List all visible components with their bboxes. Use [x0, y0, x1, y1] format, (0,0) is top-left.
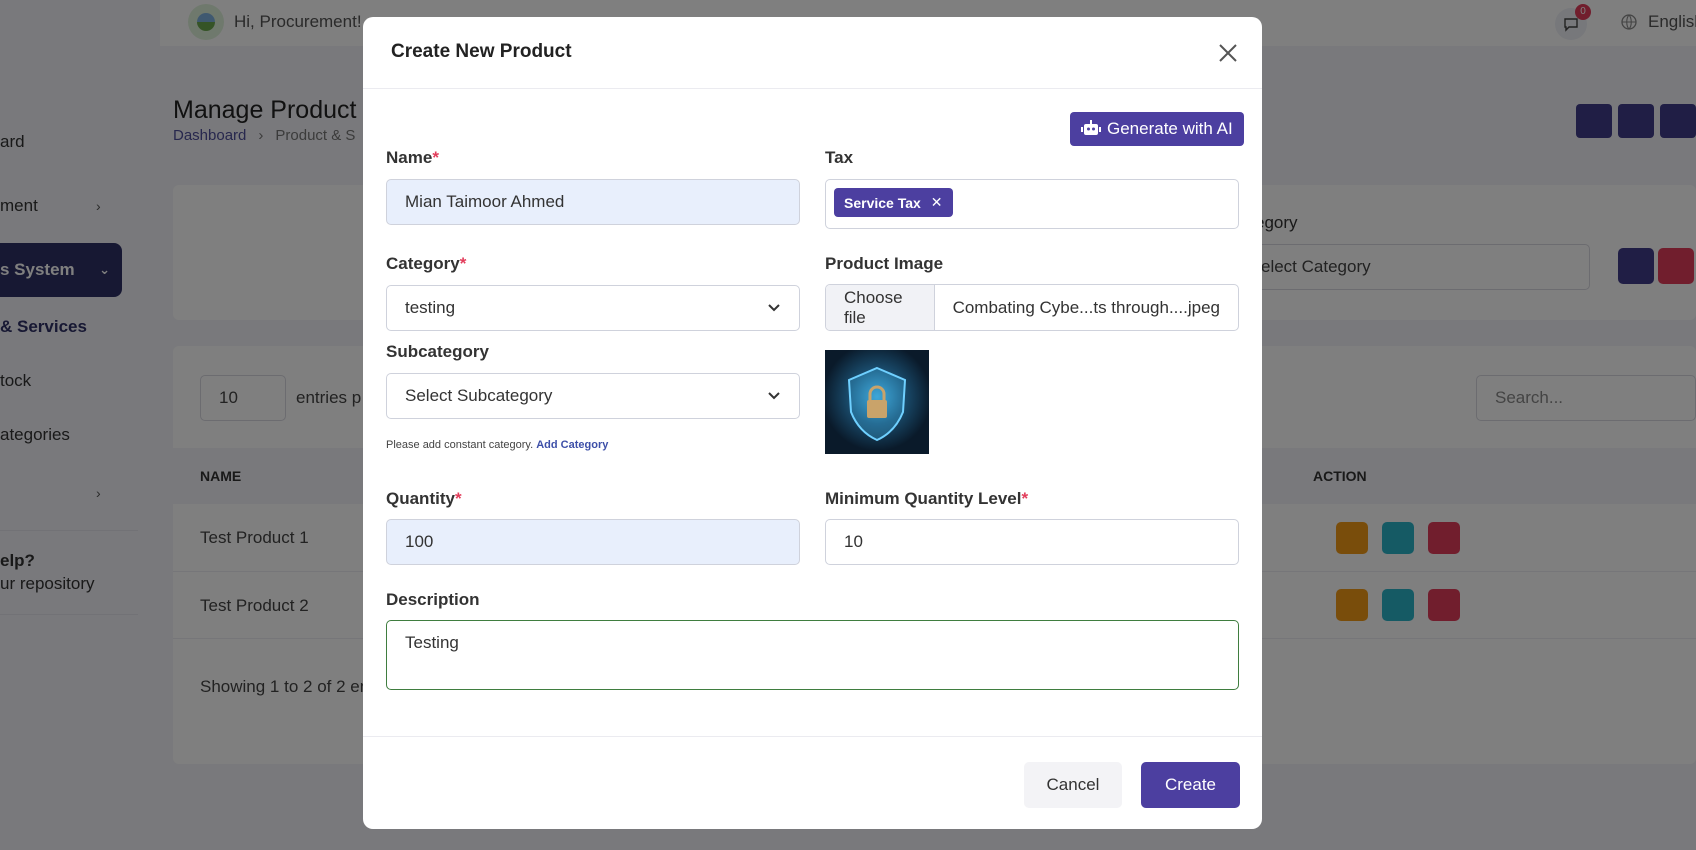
description-textarea[interactable]: Testing [386, 620, 1239, 690]
hint-text: Please add constant category. [386, 439, 534, 451]
modal-title: Create New Product [391, 41, 572, 62]
subcategory-hint: Please add constant category. Add Catego… [386, 439, 608, 451]
product-image-input[interactable]: Choose file Combating Cybe...ts through.… [825, 284, 1239, 331]
product-image-preview [825, 350, 929, 454]
name-label: Name* [386, 148, 439, 168]
modal-footer-divider [363, 736, 1262, 737]
category-select[interactable]: testing [386, 285, 800, 331]
min-quantity-label: Minimum Quantity Level* [825, 489, 1028, 509]
category-label-text: Category [386, 254, 460, 273]
chevron-down-icon [768, 392, 780, 400]
category-label: Category* [386, 254, 466, 274]
required-mark: * [432, 148, 439, 167]
generate-ai-label: Generate with AI [1107, 119, 1233, 138]
subcategory-select[interactable]: Select Subcategory [386, 373, 800, 419]
add-category-link[interactable]: Add Category [536, 439, 608, 451]
required-mark: * [454, 489, 462, 508]
generate-ai-button[interactable]: Generate with AI [1070, 112, 1244, 146]
robot-icon [1081, 120, 1101, 135]
subcategory-placeholder: Select Subcategory [405, 386, 553, 405]
description-label: Description [386, 590, 480, 609]
close-icon[interactable] [1215, 40, 1241, 66]
choose-file-button[interactable]: Choose file [826, 285, 935, 330]
chevron-down-icon [768, 304, 780, 312]
file-name: Combating Cybe...ts through....jpeg [952, 297, 1220, 317]
required-mark: * [1021, 489, 1029, 508]
modal-header: Create New Product [363, 17, 1262, 89]
category-select-value: testing [405, 298, 456, 317]
name-input[interactable]: Mian Taimoor Ahmed [386, 179, 800, 225]
tax-chip-label: Service Tax [844, 194, 921, 211]
quantity-label: Quantity* [386, 489, 462, 509]
quantity-label-text: Quantity [386, 489, 455, 508]
remove-chip-icon[interactable]: ✕ [931, 194, 943, 211]
tax-chip: Service Tax ✕ [834, 188, 953, 217]
create-product-modal: Create New Product Generate with AI Name… [363, 17, 1262, 829]
min-quantity-input[interactable]: 10 [825, 519, 1239, 565]
name-label-text: Name [386, 148, 433, 167]
quantity-input[interactable]: 100 [386, 519, 800, 565]
product-image-label: Product Image [825, 254, 944, 273]
subcategory-label: Subcategory [386, 342, 489, 361]
tax-multiselect[interactable]: Service Tax ✕ [825, 179, 1239, 229]
create-button[interactable]: Create [1141, 762, 1240, 808]
shield-lock-icon [847, 366, 907, 442]
min-quantity-label-text: Minimum Quantity Level [825, 489, 1022, 508]
cancel-button[interactable]: Cancel [1024, 762, 1122, 808]
tax-label: Tax [825, 148, 854, 167]
required-mark: * [459, 254, 467, 273]
